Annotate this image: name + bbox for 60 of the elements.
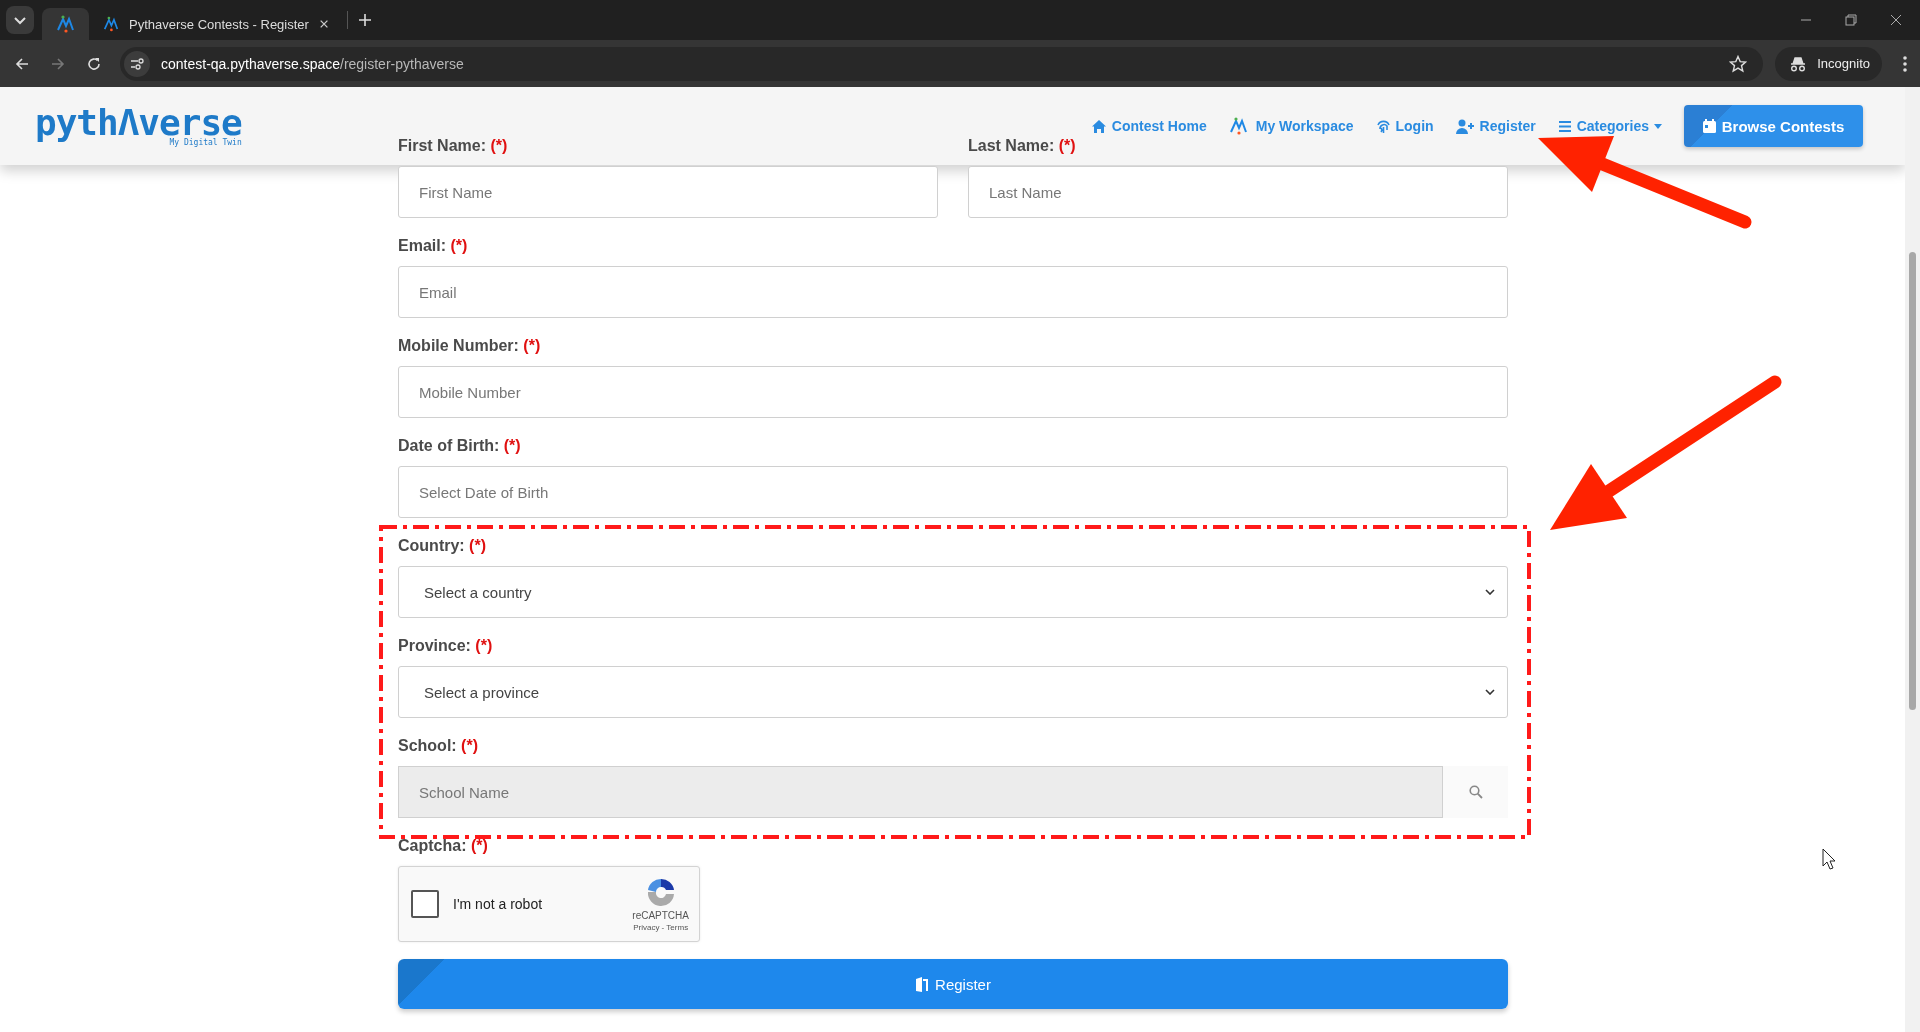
nav-link[interactable]: Contest Home [1090,118,1207,134]
field-label: First Name: (*) [398,137,509,156]
caret-icon [1654,123,1662,129]
scrollbar-thumb[interactable] [1909,252,1916,710]
captcha-brand: reCAPTCHA [632,910,689,921]
input-field[interactable]: School Name [398,766,1443,818]
reload-icon[interactable] [86,55,102,72]
nav-link[interactable]: Register [1455,118,1536,134]
chevron-icon [1485,589,1495,595]
back-icon[interactable] [14,55,30,72]
field-label: School: (*) [398,737,479,756]
more-icon[interactable] [1902,54,1908,73]
scrollbar[interactable] [1905,87,1920,1032]
menu-icon [1557,119,1572,133]
calendar-icon [1702,119,1716,133]
chevron-icon [1485,689,1495,695]
input-field[interactable]: First Name [398,166,938,218]
field-label: Country: (*) [398,537,487,556]
nav-link[interactable]: Login [1375,118,1434,134]
browser-tab[interactable]: Pythaverse Contests - Register [89,8,343,40]
input-field[interactable]: Mobile Number [398,366,1508,418]
favicon-icon [56,15,75,33]
dropdown[interactable]: Select a country [398,566,1508,618]
address-bar[interactable]: contest-qa.pythaverse.space/register-pythaverse [120,46,1764,81]
forward-icon[interactable] [50,55,66,72]
mouse-pointer-icon [1822,848,1836,870]
register-button[interactable]: Register [398,959,1508,1009]
restore-icon[interactable] [1845,14,1857,26]
field-label: Province: (*) [398,637,494,656]
input-field[interactable]: Select Date of Birth [398,466,1508,518]
home-icon [1090,118,1107,134]
close-icon[interactable] [318,18,329,30]
close-icon[interactable] [1890,14,1902,26]
field-label: Captcha: (*) [398,837,489,856]
incognito-icon [1789,55,1808,72]
incognito-button[interactable]: Incognito [1775,46,1882,81]
tab-title: Pythaverse Contests - Register [129,16,309,32]
field-label: Last Name: (*) [968,137,1077,156]
star-icon[interactable] [1729,54,1748,73]
favicon-icon [103,15,119,33]
url-text: contest-qa.pythaverse.space/register-pythaverse [161,55,465,72]
dropdown[interactable]: Select a province [398,666,1508,718]
search-icon [1468,785,1483,799]
browse-contests-button[interactable]: Browse Contests [1684,105,1863,147]
checkbox[interactable] [411,890,439,918]
input-field[interactable]: Email [398,266,1508,318]
site-settings-icon[interactable] [124,50,150,77]
browser-tab[interactable] [42,8,89,40]
new-tab-icon[interactable] [358,13,372,27]
nav-link[interactable]: My Workspace [1228,117,1354,135]
door-icon [915,976,930,992]
field-label: Mobile Number: (*) [398,337,542,356]
nav-link[interactable]: Categories [1557,118,1662,134]
field-label: Date of Birth: (*) [398,437,522,456]
captcha-links[interactable]: Privacy - Terms [633,923,689,932]
field-label: Email: (*) [398,237,469,256]
checkbox-label: I'm not a robot [453,896,544,912]
user-plus-icon [1455,118,1475,134]
input-field[interactable]: Last Name [968,166,1508,218]
tab-list-icon[interactable] [6,6,34,34]
